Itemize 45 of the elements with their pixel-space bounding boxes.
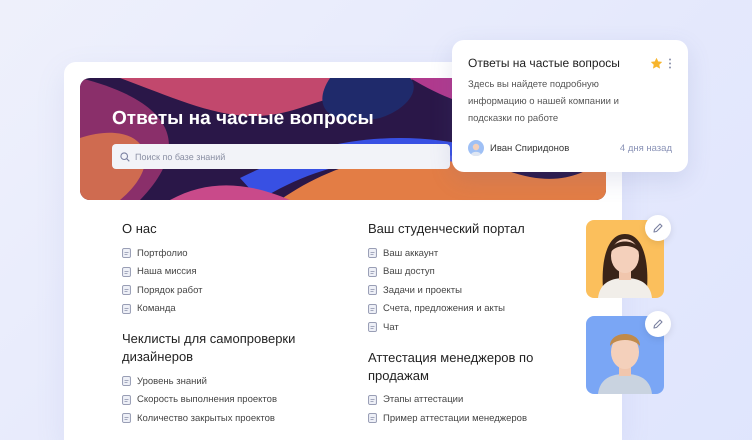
document-icon [368, 266, 377, 277]
document-icon [122, 394, 131, 405]
article-link[interactable]: Наша миссия [137, 266, 196, 278]
document-icon [122, 285, 131, 296]
section-title: О нас [122, 220, 158, 238]
page-title: Ответы на частые вопросы [112, 108, 374, 130]
card-description: Здесь вы найдете подробную информацию о нашей компании и подсказки по работе [468, 78, 620, 126]
more-icon[interactable] [668, 58, 672, 68]
article-link[interactable]: Этапы аттестации [383, 394, 464, 406]
document-icon [368, 413, 377, 424]
article-link[interactable]: Команда [137, 303, 176, 314]
document-icon [368, 248, 377, 258]
document-icon [368, 304, 377, 314]
article-link[interactable]: Чат [383, 322, 399, 333]
section-title: Аттестация менеджеров по продажам [368, 348, 534, 384]
pencil-icon [652, 222, 664, 234]
avatar-icon [468, 140, 484, 156]
document-icon [122, 248, 131, 258]
article-link[interactable]: Счета, предложения и акты [383, 303, 505, 314]
edit-button[interactable] [645, 311, 671, 337]
timestamp: 4 дня назад [620, 142, 672, 154]
article-link[interactable]: Количество закрытых проектов [137, 412, 275, 424]
pencil-icon [652, 318, 664, 330]
document-icon [122, 376, 131, 386]
section-title: Чеклисты для самопроверки дизайнеров [122, 330, 296, 366]
article-link[interactable]: Портфолио [137, 248, 188, 259]
search-field[interactable]: Поиск по базе знаний [112, 144, 450, 169]
document-icon [368, 394, 377, 405]
document-icon [122, 413, 131, 424]
star-icon[interactable] [651, 58, 662, 68]
edit-button[interactable] [645, 215, 671, 241]
card-title: Ответы на частые вопросы [468, 56, 621, 70]
article-link[interactable]: Скорость выполнения проектов [137, 394, 277, 406]
article-link[interactable]: Пример аттестации менеджеров [383, 412, 528, 424]
article-link[interactable]: Уровень знаний [137, 376, 207, 387]
article-link[interactable]: Задачи и проекты [383, 284, 462, 296]
article-link[interactable]: Ваш доступ [383, 266, 435, 278]
document-icon [368, 322, 377, 332]
author-name: Иван Спиридонов [490, 142, 570, 154]
article-link[interactable]: Ваш аккаунт [383, 248, 438, 259]
article-link[interactable]: Порядок работ [137, 284, 202, 296]
document-icon [122, 304, 131, 314]
document-icon [368, 285, 377, 296]
document-icon [122, 266, 131, 277]
section-title: Ваш студенческий портал [368, 220, 526, 238]
